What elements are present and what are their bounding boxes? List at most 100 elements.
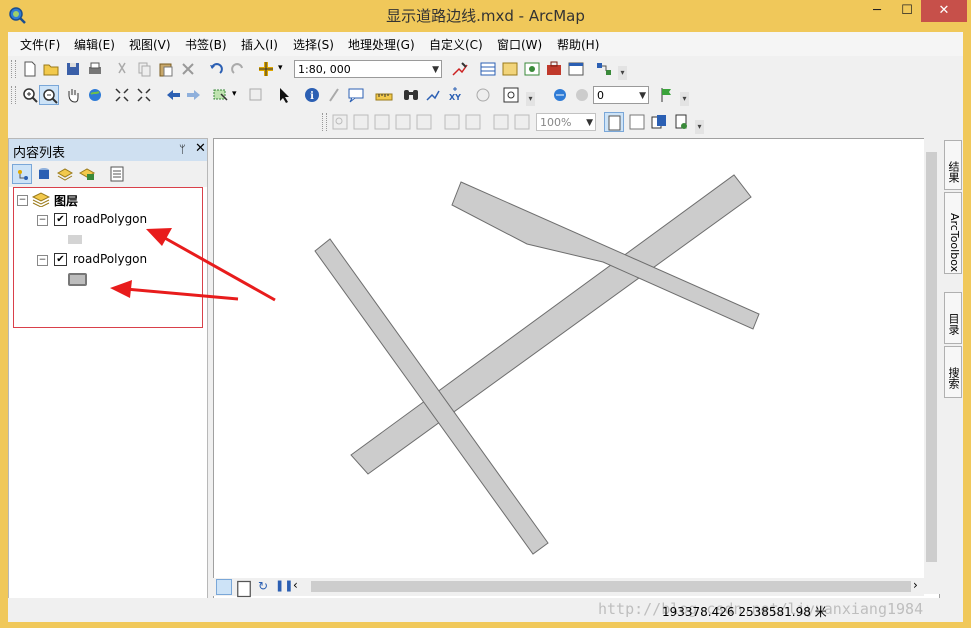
toc-options-icon[interactable]	[107, 164, 127, 184]
full-extent-icon[interactable]	[85, 85, 105, 105]
magnifier-window-icon[interactable]	[501, 85, 521, 105]
menu-customize[interactable]: 自定义(C)	[429, 36, 483, 53]
results-tab[interactable]: 结果	[944, 140, 962, 190]
toolbar-options-icon[interactable]: ▾	[695, 120, 704, 134]
pause-drawing-icon[interactable]: ❚❚	[275, 579, 293, 592]
model-builder-icon[interactable]	[594, 59, 614, 79]
refresh-icon[interactable]: ↻	[258, 579, 268, 593]
catalog-tab[interactable]: 目录	[944, 292, 962, 344]
table-icon[interactable]	[478, 59, 498, 79]
copy-icon[interactable]	[134, 59, 154, 79]
redo-icon[interactable]	[228, 59, 248, 79]
refresh-view-icon[interactable]	[572, 85, 592, 105]
catalog-window-icon[interactable]	[500, 59, 520, 79]
python-window-icon[interactable]	[566, 59, 586, 79]
undo-icon[interactable]	[206, 59, 226, 79]
menu-insert[interactable]: 插入(I)	[241, 36, 278, 53]
toolbar-grip[interactable]	[11, 60, 16, 78]
zoom-percent-combobox[interactable]: 100% ▼	[536, 113, 596, 131]
layout-pan-icon[interactable]	[372, 112, 392, 132]
menu-view[interactable]: 视图(V)	[129, 36, 171, 53]
maximize-button[interactable]: ☐	[892, 0, 922, 22]
zoom-100-icon[interactable]	[414, 112, 434, 132]
menu-help[interactable]: 帮助(H)	[557, 36, 599, 53]
identify-icon[interactable]: i	[302, 85, 322, 105]
layout-zoom-out-icon[interactable]	[351, 112, 371, 132]
minimize-button[interactable]: ─	[862, 0, 892, 22]
flag-icon[interactable]	[656, 85, 676, 105]
editor-toolbar-icon[interactable]	[450, 59, 470, 79]
value-combobox[interactable]: 0 ▼	[593, 86, 649, 104]
change-layout-icon[interactable]	[649, 112, 669, 132]
toolbar-grip[interactable]	[11, 86, 16, 104]
zoom-whole-page-icon[interactable]	[393, 112, 413, 132]
fixed-zoom-out-icon[interactable]	[134, 85, 154, 105]
toolbar-options-icon[interactable]: ▾	[618, 66, 627, 80]
search-window-icon[interactable]	[522, 59, 542, 79]
find-route-icon[interactable]	[423, 85, 443, 105]
menu-windows[interactable]: 窗口(W)	[497, 36, 542, 53]
toolbar-grip[interactable]	[322, 113, 327, 131]
toc-close-icon[interactable]: ✕	[195, 141, 206, 156]
data-view-icon[interactable]	[216, 579, 232, 595]
back-extent-icon[interactable]	[163, 85, 183, 105]
select-elements-icon[interactable]	[274, 85, 294, 105]
fixed-zoom-in-icon[interactable]	[112, 85, 132, 105]
add-data-dropdown-icon[interactable]: ▾	[278, 63, 283, 73]
vertical-scrollbar[interactable]	[924, 138, 940, 594]
arctoolbox-icon[interactable]	[544, 59, 564, 79]
forward-extent-icon[interactable]	[184, 85, 204, 105]
scroll-left-icon[interactable]: ‹	[293, 578, 298, 592]
list-by-visibility-icon[interactable]	[55, 164, 75, 184]
select-dropdown-icon[interactable]: ▾	[232, 89, 237, 99]
create-viewer-icon[interactable]	[550, 85, 570, 105]
search-tab[interactable]: 搜索	[944, 346, 962, 398]
scale-combobox[interactable]: 1:80, 000 ▼	[294, 60, 442, 78]
add-data-icon[interactable]	[256, 59, 276, 79]
hyperlink-icon[interactable]	[324, 85, 344, 105]
html-popup-icon[interactable]	[346, 85, 366, 105]
clear-selection-icon[interactable]	[246, 85, 266, 105]
pan-icon[interactable]	[63, 85, 83, 105]
delete-icon[interactable]	[178, 59, 198, 79]
scrollbar-thumb[interactable]	[926, 152, 937, 562]
cut-icon[interactable]	[112, 59, 132, 79]
save-icon[interactable]	[63, 59, 83, 79]
focus-data-frame-icon[interactable]	[627, 112, 647, 132]
print-icon[interactable]	[85, 59, 105, 79]
layout-zoom-in-icon[interactable]	[330, 112, 350, 132]
close-button[interactable]: ✕	[921, 0, 967, 22]
menu-edit[interactable]: 编辑(E)	[74, 36, 115, 53]
menu-selection[interactable]: 选择(S)	[293, 36, 334, 53]
select-features-icon[interactable]	[211, 85, 231, 105]
toggle-draft-mode-icon[interactable]	[604, 112, 624, 132]
list-by-source-icon[interactable]	[34, 164, 54, 184]
menu-geoprocessing[interactable]: 地理处理(G)	[348, 36, 415, 53]
map-display[interactable]	[213, 138, 940, 622]
pin-icon[interactable]: ᛘ	[179, 143, 186, 156]
zoom-out-icon[interactable]	[39, 85, 59, 105]
new-document-icon[interactable]	[20, 59, 40, 79]
time-slider-icon[interactable]	[473, 85, 493, 105]
arctoolbox-tab[interactable]: ArcToolbox	[944, 192, 962, 274]
horizontal-scrollbar-thumb[interactable]	[311, 581, 911, 592]
layout-view-icon[interactable]	[234, 579, 251, 598]
open-folder-icon[interactable]	[41, 59, 61, 79]
data-driven-pages-icon[interactable]	[671, 112, 691, 132]
fixed-zoom-in-layout-icon[interactable]	[442, 112, 462, 132]
layout-forward-icon[interactable]	[512, 112, 532, 132]
menu-file[interactable]: 文件(F)	[20, 36, 60, 53]
fixed-zoom-out-layout-icon[interactable]	[463, 112, 483, 132]
scroll-right-icon[interactable]: ›	[913, 578, 918, 592]
toolbar-options-icon[interactable]: ▾	[680, 92, 689, 106]
go-to-xy-icon[interactable]: XY	[445, 85, 465, 105]
measure-icon[interactable]	[374, 85, 394, 105]
menu-bookmarks[interactable]: 书签(B)	[185, 36, 227, 53]
list-by-selection-icon[interactable]	[77, 164, 97, 184]
zoom-in-icon[interactable]	[20, 85, 40, 105]
paste-icon[interactable]	[156, 59, 176, 79]
list-by-drawing-order-icon[interactable]	[12, 164, 32, 184]
find-icon[interactable]	[401, 85, 421, 105]
layout-back-icon[interactable]	[491, 112, 511, 132]
toolbar-options-icon[interactable]: ▾	[526, 92, 535, 106]
